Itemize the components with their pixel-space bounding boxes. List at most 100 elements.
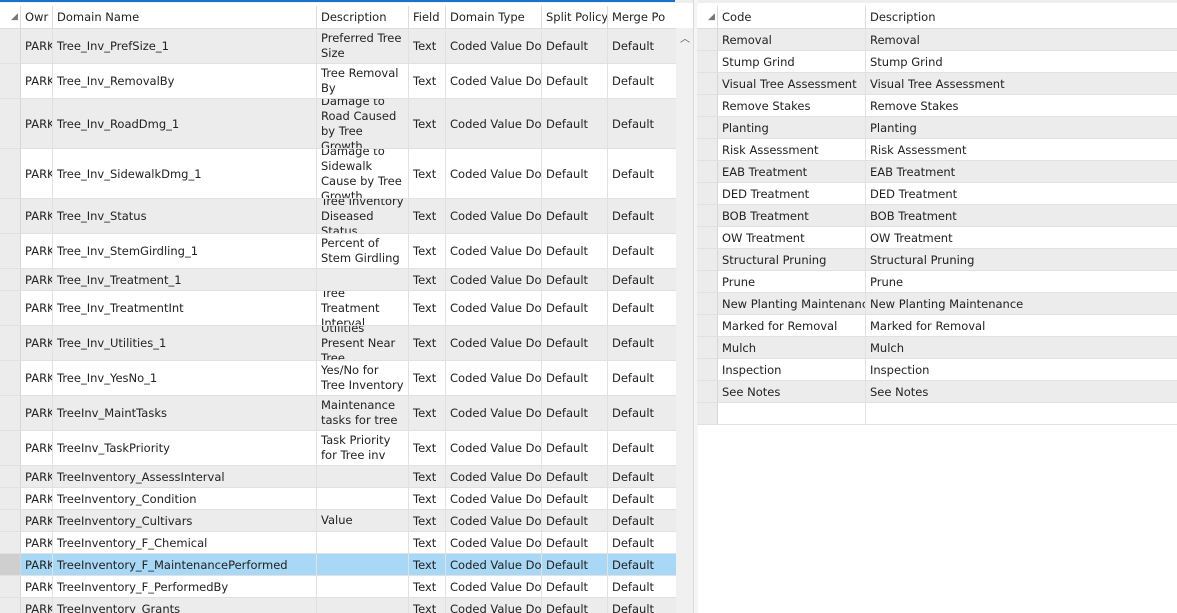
code-cell[interactable]: Inspection	[718, 359, 866, 380]
split-policy-cell[interactable]: Default	[542, 199, 608, 233]
code-cell[interactable]: DED Treatment	[718, 183, 866, 204]
split-policy-cell[interactable]: Default	[542, 532, 608, 553]
owner-cell[interactable]: PARK	[21, 29, 53, 63]
row-selector[interactable]	[0, 396, 21, 430]
table-row[interactable]: Remove Stakes Remove Stakes	[697, 95, 1177, 117]
field-type-cell[interactable]: Text	[409, 510, 446, 531]
domain-type-cell[interactable]: Coded Value Don	[446, 576, 542, 597]
row-selector[interactable]	[697, 337, 718, 358]
description-cell[interactable]: Removal	[866, 29, 1177, 50]
description-cell[interactable]	[317, 576, 409, 597]
split-policy-cell[interactable]: Default	[542, 431, 608, 465]
merge-policy-cell[interactable]: Default	[608, 466, 672, 487]
table-row[interactable]: New Planting Maintenance New Planting Mai…	[697, 293, 1177, 315]
domain-type-cell[interactable]: Coded Value Don	[446, 532, 542, 553]
table-row[interactable]: PARK TreeInv_MaintTasks Maintenance tasks …	[0, 396, 676, 431]
table-row[interactable]: Mulch Mulch	[697, 337, 1177, 359]
select-all-header[interactable]: ◢	[0, 6, 21, 28]
table-row[interactable]: PARK TreeInventory_F_MaintenancePerformed…	[0, 554, 676, 576]
domain-name-cell[interactable]: TreeInventory_F_PerformedBy	[53, 576, 317, 597]
domain-type-cell[interactable]: Coded Value Don	[446, 466, 542, 487]
table-row[interactable]: PARK Tree_Inv_YesNo_1 Yes/No for Tree Inve…	[0, 361, 676, 396]
description-cell[interactable]	[866, 403, 1177, 424]
field-type-cell[interactable]: Text	[409, 99, 446, 148]
select-all-header[interactable]: ◢	[697, 6, 718, 28]
split-policy-cell[interactable]: Default	[542, 64, 608, 98]
domain-type-cell[interactable]: Coded Value Don	[446, 598, 542, 613]
field-type-cell[interactable]: Text	[409, 29, 446, 63]
row-selector[interactable]	[697, 51, 718, 72]
domain-type-cell[interactable]: Coded Value Don	[446, 361, 542, 395]
row-selector[interactable]	[697, 183, 718, 204]
row-selector[interactable]	[0, 510, 21, 531]
domain-type-cell[interactable]: Coded Value Don	[446, 510, 542, 531]
code-cell[interactable]: BOB Treatment	[718, 205, 866, 226]
table-row[interactable]: BOB Treatment BOB Treatment	[697, 205, 1177, 227]
owner-cell[interactable]: PARK	[21, 510, 53, 531]
field-type-cell[interactable]: Text	[409, 234, 446, 268]
split-policy-cell[interactable]: Default	[542, 291, 608, 325]
owner-cell[interactable]: PARK	[21, 326, 53, 360]
description-cell[interactable]: DED Treatment	[866, 183, 1177, 204]
row-selector[interactable]	[0, 431, 21, 465]
owner-cell[interactable]: PARK	[21, 488, 53, 509]
domain-type-cell[interactable]: Coded Value Don	[446, 64, 542, 98]
owner-cell[interactable]: PARK	[21, 361, 53, 395]
row-selector[interactable]	[697, 161, 718, 182]
row-selector[interactable]	[697, 403, 718, 424]
table-row[interactable]: Removal Removal	[697, 29, 1177, 51]
owner-cell[interactable]: PARK	[21, 291, 53, 325]
description-cell[interactable]	[317, 598, 409, 613]
domain-name-cell[interactable]: TreeInventory_Condition	[53, 488, 317, 509]
split-policy-cell[interactable]: Default	[542, 466, 608, 487]
split-policy-cell[interactable]: Default	[542, 269, 608, 290]
row-selector[interactable]	[0, 269, 21, 290]
row-selector[interactable]	[697, 359, 718, 380]
table-row[interactable]: PARK Tree_Inv_SidewalkDmg_1 Damage to Side…	[0, 149, 676, 199]
field-type-cell[interactable]: Text	[409, 396, 446, 430]
row-selector[interactable]	[0, 149, 21, 198]
table-row[interactable]: Inspection Inspection	[697, 359, 1177, 381]
split-policy-cell[interactable]: Default	[542, 234, 608, 268]
domain-name-cell[interactable]: Tree_Inv_Treatment_1	[53, 269, 317, 290]
row-selector[interactable]	[697, 205, 718, 226]
code-cell[interactable]: Marked for Removal	[718, 315, 866, 336]
row-selector[interactable]	[697, 95, 718, 116]
domain-type-cell[interactable]: Coded Value Don	[446, 291, 542, 325]
split-policy-cell[interactable]: Default	[542, 576, 608, 597]
merge-policy-cell[interactable]: Default	[608, 598, 672, 613]
merge-policy-cell[interactable]: Default	[608, 29, 672, 63]
vertical-scrollbar[interactable]: ︿	[676, 28, 693, 613]
domain-type-cell[interactable]: Coded Value Don	[446, 431, 542, 465]
row-selector[interactable]	[0, 466, 21, 487]
domain-type-cell[interactable]: Coded Value Don	[446, 396, 542, 430]
column-header-domain-name[interactable]: Domain Name	[53, 6, 317, 28]
description-cell[interactable]: Value	[317, 510, 409, 531]
owner-cell[interactable]: PARK	[21, 598, 53, 613]
field-type-cell[interactable]: Text	[409, 576, 446, 597]
description-cell[interactable]: Yes/No for Tree Inventory	[317, 361, 409, 395]
owner-cell[interactable]: PARK	[21, 396, 53, 430]
row-selector[interactable]	[0, 532, 21, 553]
merge-policy-cell[interactable]: Default	[608, 199, 672, 233]
domain-type-cell[interactable]: Coded Value Don	[446, 99, 542, 148]
field-type-cell[interactable]: Text	[409, 291, 446, 325]
row-selector[interactable]	[0, 554, 21, 575]
column-header-description[interactable]: Description	[317, 6, 409, 28]
field-type-cell[interactable]: Text	[409, 361, 446, 395]
domain-name-cell[interactable]: Tree_Inv_RemovalBy	[53, 64, 317, 98]
description-cell[interactable]: Percent of Stem Girdling	[317, 234, 409, 268]
merge-policy-cell[interactable]: Default	[608, 532, 672, 553]
field-type-cell[interactable]: Text	[409, 466, 446, 487]
description-cell[interactable]: Visual Tree Assessment	[866, 73, 1177, 94]
field-type-cell[interactable]: Text	[409, 431, 446, 465]
description-cell[interactable]: Stump Grind	[866, 51, 1177, 72]
field-type-cell[interactable]: Text	[409, 64, 446, 98]
domain-type-cell[interactable]: Coded Value Don	[446, 199, 542, 233]
row-selector[interactable]	[0, 234, 21, 268]
owner-cell[interactable]: PARK	[21, 554, 53, 575]
split-policy-cell[interactable]: Default	[542, 598, 608, 613]
table-row[interactable]: Visual Tree Assessment Visual Tree Assess…	[697, 73, 1177, 95]
domain-type-cell[interactable]: Coded Value Don	[446, 269, 542, 290]
column-header-split-policy[interactable]: Split Policy	[542, 6, 608, 28]
